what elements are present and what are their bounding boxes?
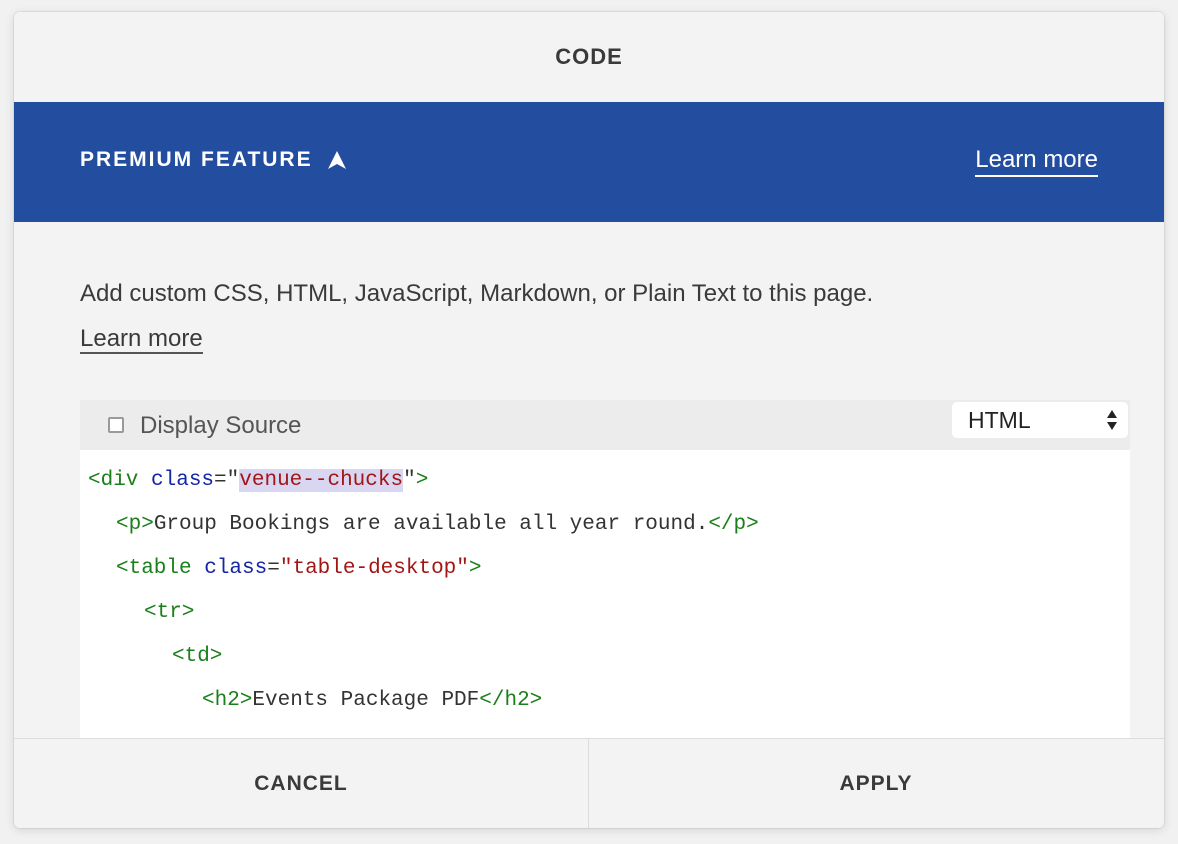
code-tag: </h2>	[479, 689, 543, 712]
dialog-header: CODE	[14, 12, 1164, 103]
code-tag: <p>	[116, 513, 154, 536]
code-tag: <tr>	[144, 601, 195, 624]
dialog-title: CODE	[555, 44, 623, 69]
code-string-selected: venue--chucks	[239, 469, 404, 492]
cancel-button[interactable]: CANCEL	[14, 739, 589, 828]
code-editor: Display Source HTML <div class="venue--c…	[80, 400, 1130, 740]
code-punct: "	[403, 469, 416, 492]
code-dialog: CODE PREMIUM FEATURE Learn more Add cust…	[14, 12, 1164, 828]
premium-banner: PREMIUM FEATURE Learn more	[14, 102, 1164, 222]
dialog-content: Add custom CSS, HTML, JavaScript, Markdo…	[14, 222, 1164, 740]
code-tag: >	[415, 469, 429, 492]
select-arrows-icon	[1106, 408, 1118, 432]
code-line: <div class="venue--chucks">	[88, 466, 428, 496]
code-line: <td>	[172, 642, 222, 672]
display-source-label: Display Source	[140, 412, 302, 439]
code-text: Group Bookings are available all year ro…	[153, 513, 709, 536]
premium-feature-label: PREMIUM FEATURE	[80, 148, 347, 172]
code-line: <tr>	[144, 598, 194, 628]
code-string: "table-desktop"	[279, 557, 469, 580]
code-attr: class	[138, 469, 215, 492]
code-tag: <h2>	[202, 689, 253, 712]
code-text: Events Package PDF	[252, 689, 480, 712]
code-punct: ="	[214, 469, 240, 492]
code-area[interactable]: <div class="venue--chucks"> <p>Group Boo…	[80, 450, 1130, 740]
premium-chevron-icon	[327, 150, 347, 170]
display-source-checkbox[interactable]	[108, 417, 124, 433]
code-tag: <td>	[172, 645, 223, 668]
description-learn-more-link[interactable]: Learn more	[80, 326, 203, 354]
premium-learn-more-link[interactable]: Learn more	[975, 146, 1098, 177]
apply-button[interactable]: APPLY	[589, 739, 1163, 828]
code-line: <h2>Events Package PDF</h2>	[202, 686, 542, 716]
code-line: <p>Group Bookings are available all year…	[116, 510, 759, 540]
code-punct: =	[267, 557, 280, 580]
code-tag: >	[468, 557, 482, 580]
language-select[interactable]: HTML	[952, 402, 1128, 438]
code-tag: </p>	[708, 513, 759, 536]
description-text: Add custom CSS, HTML, JavaScript, Markdo…	[80, 280, 874, 307]
code-line: <table class="table-desktop">	[116, 554, 482, 584]
code-tag: <table	[116, 557, 192, 580]
language-select-value: HTML	[968, 407, 1031, 433]
code-attr: class	[191, 557, 268, 580]
dialog-footer: CANCEL APPLY	[14, 738, 1164, 828]
premium-feature-text: PREMIUM FEATURE	[80, 148, 313, 171]
editor-toolbar: Display Source HTML	[80, 400, 1130, 450]
code-tag: <div	[88, 469, 139, 492]
